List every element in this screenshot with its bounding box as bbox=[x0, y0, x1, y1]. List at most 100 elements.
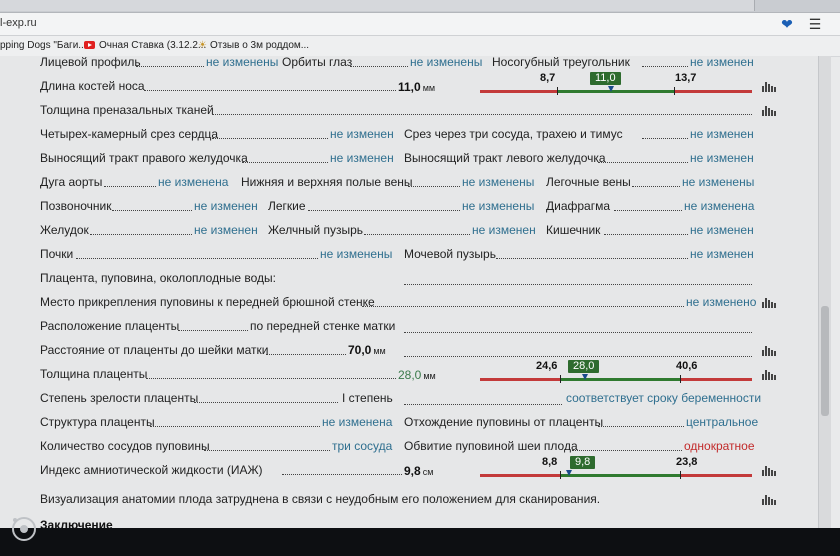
dotted-leader bbox=[604, 234, 688, 235]
normal-range-segment bbox=[560, 474, 680, 477]
row-label: Выносящий тракт левого желудочка bbox=[404, 151, 606, 165]
dotted-leader bbox=[144, 90, 396, 91]
browser-tab[interactable] bbox=[150, 0, 211, 11]
row-label: Степень зрелости плаценты bbox=[40, 391, 199, 405]
dotted-leader bbox=[150, 426, 320, 427]
dotted-leader bbox=[178, 330, 248, 331]
row-value-alert: однократное bbox=[684, 439, 755, 453]
row-label: Нижняя и верхняя полые вены bbox=[241, 175, 413, 189]
row-label: Расположение плаценты bbox=[40, 319, 180, 333]
browser-window: l-exp.ru ❤ ☰ pping Dogs "Баги... Очная С… bbox=[0, 0, 840, 528]
bookmark-item[interactable]: pping Dogs "Баги... bbox=[0, 40, 87, 51]
row-label: Легкие bbox=[268, 199, 306, 213]
scale-pointer bbox=[582, 374, 588, 380]
watermark-logo-icon bbox=[12, 517, 36, 541]
dotted-leader bbox=[362, 306, 684, 307]
row-label: Почки bbox=[40, 247, 74, 261]
chart-bars-icon[interactable] bbox=[762, 495, 776, 505]
menu-icon[interactable]: ☰ bbox=[806, 15, 824, 33]
row-value: не изменено bbox=[686, 295, 757, 309]
chart-bars-icon[interactable] bbox=[762, 346, 776, 356]
row-label: Количество сосудов пуповины bbox=[40, 439, 210, 453]
row-value: не изменены bbox=[206, 56, 279, 69]
row-label: Позвоночник bbox=[40, 199, 112, 213]
row-value: не изменен bbox=[690, 151, 754, 165]
scale-value-badge: 11,0 bbox=[590, 72, 621, 85]
vertical-scrollbar[interactable] bbox=[818, 56, 831, 528]
chart-bars-icon[interactable] bbox=[762, 298, 776, 308]
dotted-leader bbox=[212, 114, 752, 115]
dotted-leader bbox=[204, 450, 330, 451]
row-value: не изменены bbox=[462, 175, 535, 189]
row-label: Орбиты глаз bbox=[282, 56, 353, 69]
browser-tab[interactable] bbox=[208, 0, 275, 11]
row-label: Легочные вены bbox=[546, 175, 631, 189]
dotted-leader bbox=[598, 162, 688, 163]
row-value: не изменен bbox=[690, 56, 754, 69]
row-label: Выносящий тракт правого желудочка bbox=[40, 151, 248, 165]
dotted-leader bbox=[266, 354, 346, 355]
conclusion-heading: Заключение bbox=[40, 518, 113, 528]
row-value: не изменен bbox=[690, 223, 754, 237]
row-value: не изменены bbox=[462, 199, 535, 213]
scrollbar-thumb[interactable] bbox=[821, 306, 829, 416]
note-text: Визуализация анатомии плода затруднена в… bbox=[40, 492, 601, 506]
browser-tab[interactable] bbox=[0, 0, 65, 11]
address-bar[interactable]: l-exp.ru ❤ ☰ bbox=[0, 13, 840, 36]
chart-bars-icon[interactable] bbox=[762, 370, 776, 380]
scale-min-label: 8,8 bbox=[542, 456, 558, 468]
row-value: центральное bbox=[686, 415, 759, 429]
bookmark-item[interactable]: ☀ Отзыв о 3м роддом... bbox=[198, 40, 309, 51]
row-value: не изменена bbox=[158, 175, 229, 189]
browser-tab[interactable] bbox=[652, 0, 713, 11]
row-value: соответствует сроку беременности bbox=[566, 391, 762, 405]
bookmark-heart-icon[interactable]: ❤ bbox=[778, 15, 796, 33]
dotted-leader bbox=[146, 378, 396, 379]
scale-tick bbox=[680, 471, 681, 479]
row-label: Четырех-камерный срез сердца bbox=[40, 127, 219, 141]
scale-pointer bbox=[608, 86, 614, 92]
dotted-leader bbox=[136, 66, 204, 67]
dotted-leader bbox=[642, 66, 688, 67]
scale-pointer bbox=[566, 470, 572, 476]
measurement-value: 11,0 мм bbox=[398, 80, 436, 94]
dotted-leader bbox=[614, 210, 682, 211]
browser-tab[interactable] bbox=[330, 0, 375, 11]
dotted-leader bbox=[90, 234, 192, 235]
measurement-value: 28,0 мм bbox=[398, 368, 436, 382]
browser-tab[interactable] bbox=[272, 0, 333, 11]
chart-bars-icon[interactable] bbox=[762, 106, 776, 116]
scale-tick bbox=[557, 87, 558, 95]
normal-range-segment bbox=[557, 90, 674, 93]
browser-tab[interactable] bbox=[372, 0, 429, 11]
dotted-leader bbox=[404, 404, 562, 405]
url-text[interactable]: l-exp.ru bbox=[0, 17, 37, 29]
row-label: Индекс амниотической жидкости (ИАЖ) bbox=[40, 463, 263, 477]
dotted-leader bbox=[308, 210, 460, 211]
row-label: Структура плаценты bbox=[40, 415, 155, 429]
row-value: не изменен bbox=[472, 223, 536, 237]
browser-tab[interactable] bbox=[710, 0, 755, 11]
row-label: Носогубный треугольник bbox=[492, 56, 630, 69]
bookmarks-bar: pping Dogs "Баги... Очная Ставка (3.12.2… bbox=[0, 36, 840, 57]
browser-tab[interactable] bbox=[62, 0, 153, 11]
browser-tab[interactable] bbox=[552, 0, 597, 11]
dotted-leader bbox=[572, 450, 682, 451]
scale-max-label: 23,8 bbox=[676, 456, 698, 468]
bookmark-item[interactable]: Очная Ставка (3.12.2... bbox=[84, 40, 206, 51]
row-value: не изменены bbox=[320, 247, 393, 261]
row-label: Дуга аорты bbox=[40, 175, 103, 189]
scale-tick bbox=[680, 375, 681, 383]
measurement-value: 70,0 мм bbox=[348, 343, 386, 357]
chart-bars-icon[interactable] bbox=[762, 466, 776, 476]
row-value: не изменена bbox=[322, 415, 393, 429]
browser-tab[interactable] bbox=[426, 0, 491, 11]
browser-tab[interactable] bbox=[488, 0, 555, 11]
scale-value-badge: 28,0 bbox=[568, 360, 600, 373]
row-value: не изменена bbox=[684, 199, 755, 213]
chart-bars-icon[interactable] bbox=[762, 82, 776, 92]
scale-value-badge: 9,8 bbox=[570, 456, 596, 469]
row-label: Расстояние от плаценты до шейки матки bbox=[40, 343, 269, 357]
row-label: Кишечник bbox=[546, 223, 601, 237]
browser-tab[interactable] bbox=[594, 0, 655, 11]
